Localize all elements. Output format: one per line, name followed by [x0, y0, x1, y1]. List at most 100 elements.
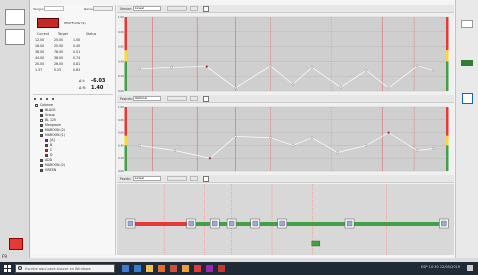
node-glyph	[228, 220, 235, 227]
node-glyph	[212, 220, 218, 227]
taskbar: Escribe aquí para buscar en Windows ESP …	[0, 262, 478, 275]
tree-dot-icon[interactable]	[46, 98, 48, 100]
document-icon[interactable]	[462, 93, 473, 104]
timeline-toolbar-label: Poción:	[120, 177, 132, 181]
layer-color-icon	[35, 103, 38, 107]
data-point	[234, 86, 237, 90]
chart2-mode-select[interactable]: Optimal	[133, 96, 161, 101]
tree-item-label: BLACK	[45, 108, 56, 112]
tree-dot-icon[interactable]	[34, 98, 36, 100]
file-explorer-icon[interactable]	[146, 265, 153, 272]
layer-color-icon	[40, 128, 43, 132]
value-cell: 0.63	[73, 68, 81, 72]
layer-tree: Colonne BLACK Group BL 125 Mangrove MAROON (2…	[35, 103, 65, 173]
search-icon	[18, 266, 22, 270]
chart2-settings-button[interactable]	[203, 96, 209, 102]
data-point	[291, 83, 295, 86]
data-point	[208, 157, 212, 160]
layer-color-icon	[40, 168, 43, 172]
chart1-option-select-2[interactable]	[190, 6, 198, 11]
plot-background	[127, 107, 446, 171]
chart1-option-select[interactable]	[167, 6, 187, 11]
timeline-segment	[349, 222, 444, 226]
office-icon[interactable]	[158, 265, 165, 272]
delta-r-value: 1.40	[91, 85, 104, 91]
value-cell: 44.00	[35, 56, 45, 60]
threshold-band	[446, 107, 449, 136]
windows-start-icon[interactable]	[4, 265, 11, 272]
tangent-input[interactable]	[44, 6, 64, 11]
chart1-svg: 1.00 0.80 0.60 0.40 0.20 0.00	[118, 15, 449, 93]
notification-icon[interactable]	[467, 265, 473, 271]
col-header-current: Current	[37, 32, 49, 36]
chart2-toolbar-label: Posicón:	[120, 97, 134, 101]
tree-item[interactable]: GREEN	[35, 168, 65, 173]
data-point	[432, 69, 435, 72]
tree-dot-icon[interactable]	[40, 98, 42, 100]
data-point	[365, 69, 368, 72]
timeline-option-select-2[interactable]	[190, 176, 198, 181]
value-cell: 38.00	[35, 50, 45, 54]
stop-button[interactable]	[9, 238, 23, 250]
tree-item-label: GREEN	[45, 168, 57, 172]
value-row: 18.00 25.00 0.40	[35, 44, 92, 48]
mode-button-2[interactable]	[5, 29, 25, 45]
value-row: 38.00 78.00 0.51	[35, 50, 92, 54]
name-input[interactable]	[93, 6, 113, 11]
threshold-band	[124, 107, 127, 136]
value-cell: 78.00	[54, 50, 64, 54]
chart1[interactable]: 1.00 0.80 0.60 0.40 0.20 0.00	[117, 14, 454, 94]
threshold-band	[124, 50, 127, 62]
chart1-mode-select[interactable]: Lineal	[133, 6, 161, 11]
tree-toolbar	[34, 97, 114, 101]
chart-area: Sensor: Lineal 1.00 0.80 0.60 0.40 0.20 0.00 …	[117, 5, 454, 255]
value-cell: 25.00	[54, 38, 64, 42]
timeline-segment	[130, 222, 192, 226]
value-cell: 0.81	[73, 62, 81, 66]
data-point	[173, 149, 176, 152]
graph-icon[interactable]	[461, 60, 473, 66]
task-view-icon[interactable]	[122, 265, 129, 272]
taskbar-search-input[interactable]: Escribe aquí para buscar en Windows	[15, 264, 115, 273]
timeline-mode-select[interactable]: Lineal	[133, 176, 161, 181]
value-cell: 1.00	[73, 38, 81, 42]
layer-color-icon	[40, 123, 43, 127]
value-cell: 0.40	[73, 44, 81, 48]
chart1-settings-button[interactable]	[203, 6, 209, 12]
node-glyph	[441, 220, 447, 227]
system-tray[interactable]: ESP 10:30 12/05/2019	[421, 265, 460, 269]
data-point	[336, 151, 339, 154]
edge-icon[interactable]	[134, 265, 141, 272]
chart2-option-select-2[interactable]	[190, 96, 198, 101]
timeline-settings-button[interactable]	[203, 176, 209, 182]
threshold-band	[446, 61, 449, 91]
value-cell: 0.74	[73, 56, 81, 60]
layer-color-icon	[40, 108, 43, 112]
chart2[interactable]: 1.00 0.80 0.60 0.40 0.20 0.00	[117, 104, 454, 174]
y-tick-label: 1.00	[118, 15, 124, 19]
color-swatch[interactable]	[37, 18, 59, 28]
y-tick-label: 0.40	[118, 59, 124, 63]
app-icon-purple[interactable]	[206, 265, 213, 272]
value-cell: 0.51	[73, 50, 81, 54]
app-icon-active[interactable]	[218, 265, 225, 272]
chrome-icon[interactable]	[194, 265, 201, 272]
value-cell: 1.37	[35, 68, 43, 72]
tree-dot-icon[interactable]	[52, 98, 54, 100]
panel-toggle-button[interactable]	[461, 20, 473, 28]
timeline-marker-icon	[311, 240, 321, 247]
mode-button-1[interactable]	[5, 9, 25, 25]
data-point	[138, 67, 141, 70]
chart2-option-select[interactable]	[167, 96, 187, 101]
data-point	[269, 136, 272, 139]
threshold-band	[124, 61, 127, 91]
y-tick-label: 0.80	[118, 118, 124, 122]
value-cell: 20.00	[35, 62, 45, 66]
app-icon-orange[interactable]	[182, 265, 189, 272]
timeline-option-select[interactable]	[167, 176, 187, 181]
timeline[interactable]	[117, 184, 454, 255]
tree-item-label: Group	[45, 113, 55, 117]
app-icon-red[interactable]	[170, 265, 177, 272]
value-cell: 26.00	[54, 62, 64, 66]
data-point	[387, 131, 390, 134]
